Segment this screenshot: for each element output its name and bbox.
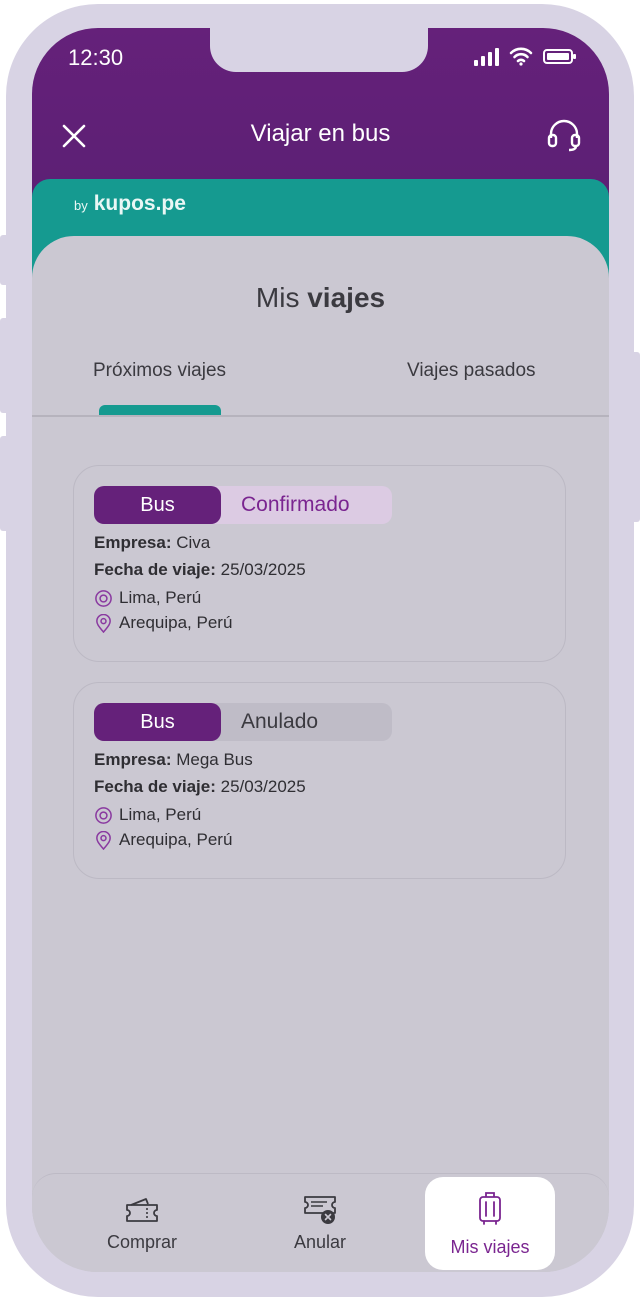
tab-divider bbox=[32, 415, 609, 417]
app-screen: 12:30 Viajar en bus by kupos.pe Mis viaj… bbox=[32, 28, 609, 1272]
destination-pin-icon bbox=[96, 830, 111, 850]
side-button-left-top bbox=[0, 235, 10, 285]
brand-logo: by kupos.pe bbox=[74, 192, 186, 216]
status-icons bbox=[474, 46, 576, 66]
status-badge: Anulado bbox=[241, 710, 319, 733]
trip-card[interactable]: Bus Anulado Empresa: Mega Bus Fecha de v… bbox=[73, 682, 566, 879]
origin-target-icon bbox=[95, 806, 112, 824]
mode-chip: Bus bbox=[94, 486, 221, 524]
brand-name: kupos.pe bbox=[93, 192, 186, 215]
origin-target-icon bbox=[95, 589, 112, 607]
status-badge: Confirmado bbox=[241, 493, 350, 516]
nav-item-mis-viajes[interactable]: Mis viajes bbox=[425, 1177, 555, 1270]
trip-card[interactable]: Bus Confirmado Empresa: Civa Fecha de vi… bbox=[73, 465, 566, 662]
nav-item-comprar[interactable]: Comprar bbox=[77, 1174, 207, 1272]
headset-support-icon[interactable] bbox=[545, 116, 583, 154]
nav-label: Anular bbox=[293, 1232, 347, 1252]
side-button-right bbox=[630, 352, 640, 522]
tab-past-trips[interactable]: Viajes pasados bbox=[407, 360, 536, 382]
side-button-left-mid bbox=[0, 318, 10, 413]
origin-line: Lima, Perú bbox=[94, 805, 201, 825]
brand-by: by bbox=[74, 198, 88, 213]
cellular-signal-icon bbox=[474, 46, 499, 66]
side-button-left-bottom bbox=[0, 436, 10, 531]
nav-label: Comprar bbox=[106, 1232, 177, 1252]
tab-upcoming-trips[interactable]: Próximos viajes bbox=[93, 360, 226, 382]
header-title: Viajar en bus bbox=[250, 120, 391, 147]
status-time: 12:30 bbox=[68, 45, 124, 70]
company-line: Empresa: Civa bbox=[94, 533, 211, 552]
page-title: Mis viajes bbox=[255, 282, 386, 313]
nav-label: Mis viajes bbox=[450, 1237, 530, 1257]
nav-item-anular[interactable]: Anular bbox=[255, 1174, 385, 1272]
battery-icon bbox=[543, 49, 576, 64]
trip-chip-row: Bus Confirmado bbox=[94, 486, 392, 524]
luggage-icon bbox=[479, 1192, 501, 1225]
destination-line: Arequipa, Perú bbox=[94, 613, 232, 633]
date-line: Fecha de viaje: 25/03/2025 bbox=[94, 777, 306, 796]
cancel-ticket-icon bbox=[304, 1196, 336, 1224]
destination-pin-icon bbox=[96, 613, 111, 633]
destination-line: Arequipa, Perú bbox=[94, 830, 232, 850]
bottom-navigation: Comprar Anular Mis viajes bbox=[32, 1173, 609, 1272]
mode-chip: Bus bbox=[94, 703, 221, 741]
ticket-icon bbox=[126, 1198, 158, 1222]
origin-line: Lima, Perú bbox=[94, 588, 201, 608]
trip-chip-row: Bus Anulado bbox=[94, 703, 392, 741]
wifi-icon bbox=[509, 47, 533, 66]
company-line: Empresa: Mega Bus bbox=[94, 750, 253, 769]
device-notch bbox=[210, 28, 428, 72]
date-line: Fecha de viaje: 25/03/2025 bbox=[94, 560, 306, 579]
